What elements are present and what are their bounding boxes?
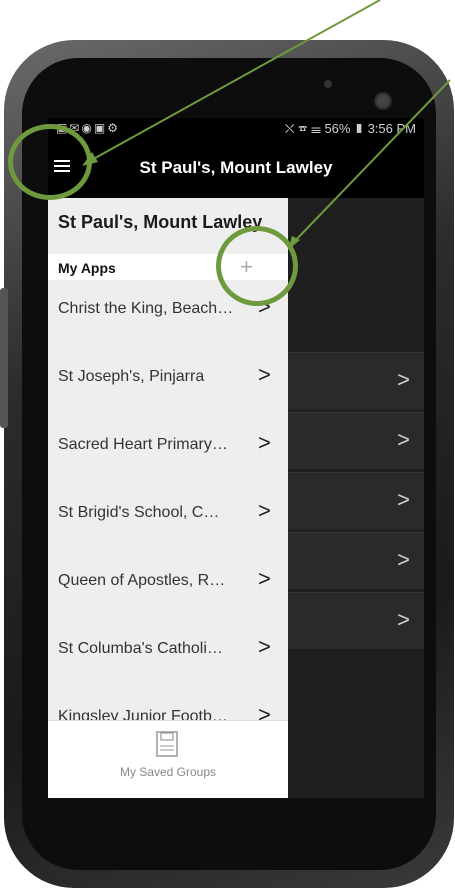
arrow-head-icon xyxy=(82,152,98,166)
annotation-arrow-menu xyxy=(87,0,381,163)
annotation-arrows xyxy=(82,0,451,250)
annotation-arrow-add xyxy=(291,79,451,245)
